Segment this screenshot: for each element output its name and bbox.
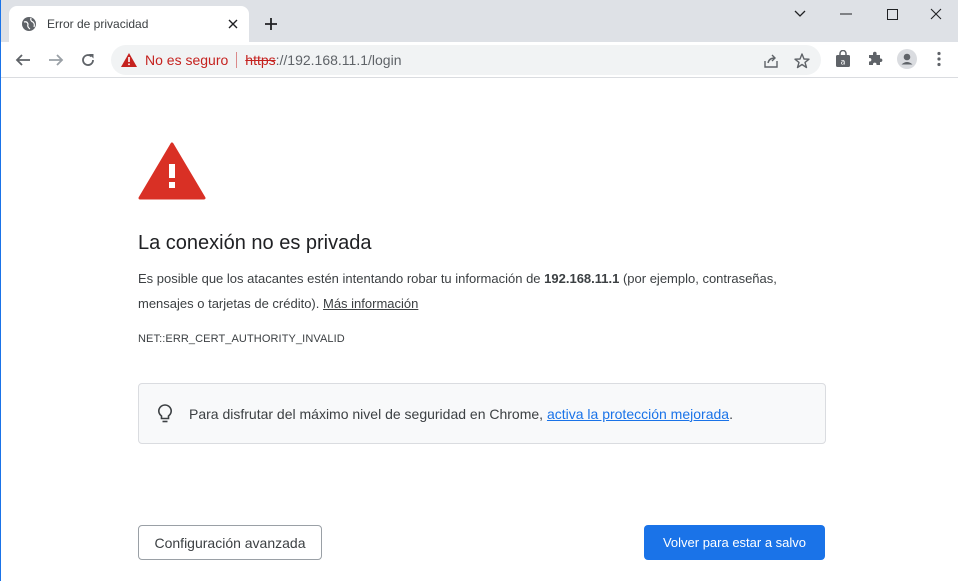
- more-info-link[interactable]: Más información: [323, 296, 418, 311]
- explanation-paragraph: Es posible que los atacantes estén inten…: [138, 266, 826, 316]
- reload-icon[interactable]: [74, 46, 102, 74]
- tab-title: Error de privacidad: [47, 17, 149, 31]
- toolbar: No es seguro https://192.168.11.1/login …: [1, 42, 958, 78]
- window-close-icon[interactable]: [913, 0, 958, 28]
- back-arrow-icon[interactable]: [9, 46, 37, 74]
- kebab-menu-icon[interactable]: [929, 49, 949, 69]
- minimize-icon[interactable]: [823, 0, 869, 28]
- star-icon[interactable]: [793, 52, 811, 70]
- puzzle-icon[interactable]: [865, 49, 885, 69]
- tip-text-prefix: Para disfrutar del máximo nivel de segur…: [189, 405, 547, 422]
- advanced-settings-button[interactable]: Configuración avanzada: [138, 525, 322, 560]
- tip-text-end: .: [729, 405, 733, 422]
- share-icon[interactable]: [762, 52, 780, 70]
- back-to-safety-button[interactable]: Volver para estar a salvo: [644, 525, 825, 560]
- security-label[interactable]: No es seguro: [145, 52, 228, 68]
- host-name: 192.168.11.1: [544, 271, 620, 286]
- profile-icon[interactable]: [897, 49, 917, 69]
- maximize-icon[interactable]: [869, 0, 915, 28]
- tip-text: Para disfrutar del máximo nivel de segur…: [189, 406, 733, 422]
- page-title: La conexión no es privada: [138, 232, 372, 254]
- warning-triangle-icon[interactable]: [121, 52, 137, 68]
- close-icon[interactable]: [223, 14, 243, 34]
- globe-icon: [21, 16, 37, 32]
- url-scheme: https: [245, 52, 276, 68]
- plus-icon[interactable]: [259, 12, 283, 36]
- para-prefix: Es posible que los atacantes estén inten…: [138, 271, 545, 286]
- warning-triangle-icon: [138, 142, 206, 205]
- enhanced-protection-link[interactable]: activa la protección mejorada: [547, 406, 729, 422]
- chevron-down-icon[interactable]: [777, 0, 823, 28]
- error-code: NET::ERR_CERT_AUTHORITY_INVALID: [138, 333, 345, 345]
- url-rest: ://192.168.11.1/login: [275, 52, 402, 68]
- enhanced-protection-tip: Para disfrutar del máximo nivel de segur…: [138, 383, 826, 444]
- url-text[interactable]: https://192.168.11.1/login: [245, 52, 401, 68]
- separator: [236, 52, 238, 68]
- tab-active[interactable]: Error de privacidad: [9, 6, 249, 42]
- lightbulb-icon: [155, 403, 175, 424]
- shopping-bag-icon[interactable]: a: [833, 49, 853, 69]
- tab-strip: Error de privacidad: [1, 0, 958, 42]
- forward-arrow-icon[interactable]: [42, 46, 70, 74]
- browser-window: Error de privacidad No es seguro https:/…: [0, 0, 958, 581]
- svg-text:a: a: [841, 58, 846, 67]
- address-bar[interactable]: No es seguro https://192.168.11.1/login: [111, 45, 821, 75]
